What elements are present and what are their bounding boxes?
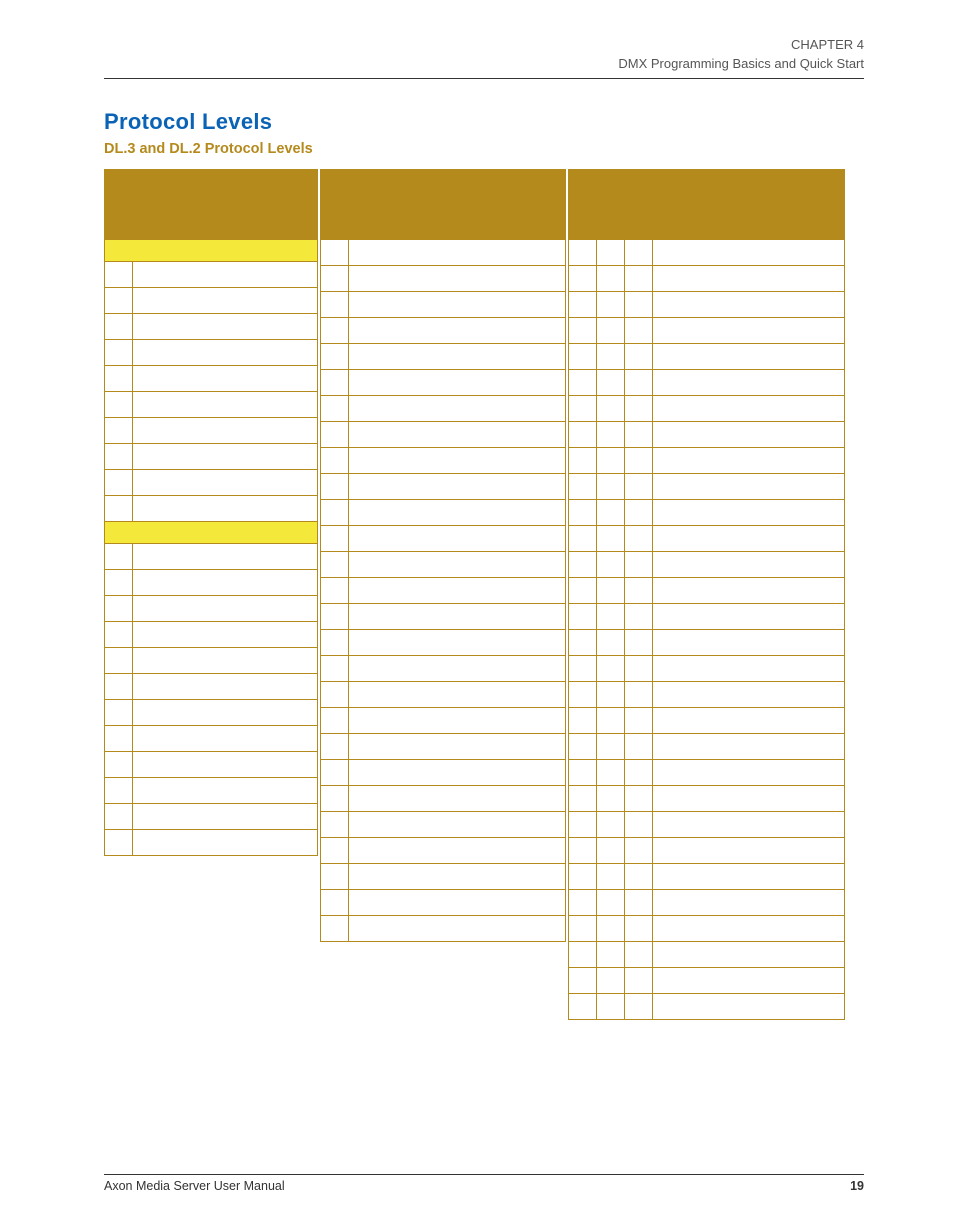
chapter-subtitle: DMX Programming Basics and Quick Start: [104, 55, 864, 74]
protocol-table-middle: [320, 169, 566, 942]
page-number: 19: [850, 1179, 864, 1193]
table-row: [321, 499, 566, 525]
protocol-table-right: [568, 169, 845, 1020]
table-row: [321, 447, 566, 473]
table-row: [569, 967, 845, 993]
table-row: [321, 811, 566, 837]
table-row: [569, 239, 845, 265]
table-row: [105, 391, 318, 417]
table-row: [569, 707, 845, 733]
table-row: [569, 863, 845, 889]
table-row: [321, 863, 566, 889]
table-row: [105, 595, 318, 621]
table-row: [105, 569, 318, 595]
table-row: [569, 629, 845, 655]
table-row: [569, 655, 845, 681]
table-row: [321, 473, 566, 499]
table-row: [321, 785, 566, 811]
table-row: [569, 837, 845, 863]
table-row: [105, 751, 318, 777]
table-row: [569, 447, 845, 473]
table-row: [105, 339, 318, 365]
table-row: [105, 287, 318, 313]
table-row: [105, 829, 318, 855]
table-row: [321, 239, 566, 265]
table-row: [321, 707, 566, 733]
table-row: [321, 915, 566, 941]
table-row: [569, 681, 845, 707]
table-row: [321, 265, 566, 291]
table-row: [569, 499, 845, 525]
table-row: [569, 603, 845, 629]
table-row: [569, 785, 845, 811]
table-row: [321, 291, 566, 317]
table-row: [105, 543, 318, 569]
table-row: [321, 759, 566, 785]
table-row: [321, 525, 566, 551]
table-row: [321, 369, 566, 395]
subsection-title: DL.3 and DL.2 Protocol Levels: [104, 141, 864, 157]
table-row: [321, 577, 566, 603]
table-row: [105, 495, 318, 521]
table-row: [569, 889, 845, 915]
table-row: [569, 941, 845, 967]
table-row: [569, 551, 845, 577]
table-row: [105, 803, 318, 829]
table-row: [321, 603, 566, 629]
table-row: [321, 655, 566, 681]
table-row: [569, 525, 845, 551]
table-row: [321, 733, 566, 759]
table-row: [569, 421, 845, 447]
table-row: [321, 317, 566, 343]
table-row: [569, 343, 845, 369]
table-row: [105, 417, 318, 443]
table-row: [321, 421, 566, 447]
table-row: [569, 733, 845, 759]
table-row: [569, 369, 845, 395]
chapter-label: CHAPTER 4: [104, 36, 864, 55]
table-row: [569, 317, 845, 343]
table-row: [569, 759, 845, 785]
group-row: [105, 521, 318, 543]
page-footer: Axon Media Server User Manual 19: [104, 1174, 864, 1193]
table-row: [105, 443, 318, 469]
table-row: [105, 313, 318, 339]
table-row: [569, 811, 845, 837]
table-row: [105, 673, 318, 699]
header-rule: [104, 78, 864, 79]
table-row: [321, 837, 566, 863]
table-row: [105, 365, 318, 391]
table-row: [321, 551, 566, 577]
table-row: [569, 577, 845, 603]
table-row: [321, 681, 566, 707]
protocol-tables: [104, 169, 844, 1129]
table-row: [569, 915, 845, 941]
table-row: [321, 343, 566, 369]
table-row: [569, 993, 845, 1019]
table-row: [569, 473, 845, 499]
table-row: [105, 725, 318, 751]
table-row: [105, 699, 318, 725]
table-row: [105, 261, 318, 287]
manual-title: Axon Media Server User Manual: [104, 1179, 285, 1193]
table-row: [321, 889, 566, 915]
table-row: [105, 469, 318, 495]
table-row: [569, 265, 845, 291]
section-title: Protocol Levels: [104, 109, 864, 135]
table-row: [569, 291, 845, 317]
table-row: [105, 621, 318, 647]
footer-rule: [104, 1174, 864, 1175]
table-row: [105, 777, 318, 803]
protocol-table-left: [104, 169, 318, 856]
running-header: CHAPTER 4 DMX Programming Basics and Qui…: [104, 36, 864, 74]
table-row: [321, 629, 566, 655]
table-row: [321, 395, 566, 421]
table-row: [105, 647, 318, 673]
table-row: [569, 395, 845, 421]
